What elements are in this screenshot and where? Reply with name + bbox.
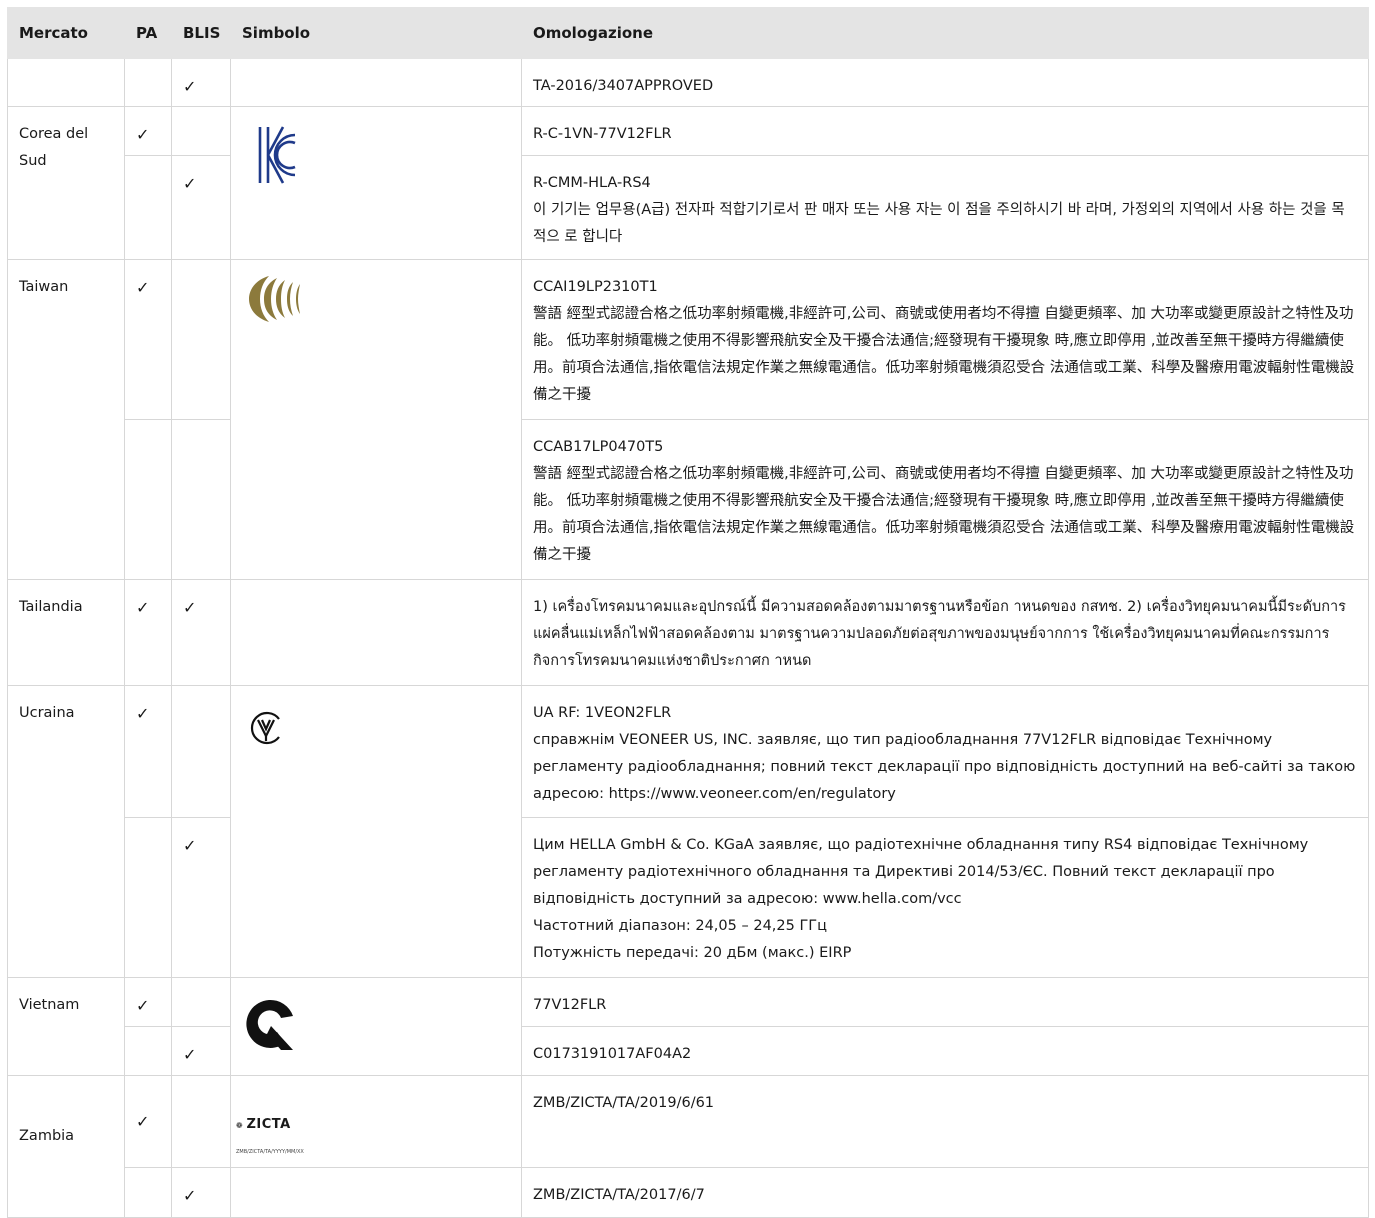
header-omologazione: Omologazione (521, 7, 1369, 59)
mercato-cell: Zambia (7, 1075, 125, 1218)
blis-check: ✓ (171, 817, 231, 978)
zicta-logo-subtext: ZMB/ZICTA/TA/YYYY/MM/XX (236, 1148, 304, 1155)
simbolo-cell (230, 259, 522, 580)
omologazione-cell: UA RF: 1VEON2FLR справжнім VEONEER US, I… (521, 685, 1369, 818)
approval-code: R-CMM-HLA-RS4 (533, 175, 651, 191)
approval-code: UA RF: 1VEON2FLR (533, 705, 672, 721)
table-row: Zambia ✓ ❁ ZICTA ZMB/ZICTA/TA/YYYY/MM/XX… (7, 1075, 1369, 1218)
blis-check: ✓ (171, 58, 231, 107)
approval-code: R-C-1VN-77V12FLR (533, 126, 672, 142)
blis-check: ✓ (171, 155, 231, 260)
omologazione-cell: C0173191017AF04A2 (521, 1026, 1369, 1076)
approvals-table: Mercato PA BLIS Simbolo Omologazione ✓ T… (7, 7, 1369, 1218)
omologazione-cell: CCAI19LP2310T1 警語 經型式認證合格之低功率射頻電機,非經許可,公… (521, 259, 1369, 420)
blis-check: ✓ (171, 579, 231, 686)
blis-cell (171, 1075, 231, 1168)
approval-code: C0173191017AF04A2 (533, 1046, 692, 1062)
blis-check: ✓ (171, 1026, 231, 1076)
approval-code: CCAB17LP0470T5 (533, 439, 664, 455)
omologazione-cell: Цим HELLA GmbH & Co. KGaA заявляє, що ра… (521, 817, 1369, 978)
pa-check: ✓ (124, 579, 172, 686)
approval-code: CCAI19LP2310T1 (533, 279, 658, 295)
table-row: ✓ R-CMM-HLA-RS4 이 기기는 업무용(A급) 전자파 적합기기로서… (8, 155, 1369, 260)
mercato-cell: Taiwan (7, 259, 125, 580)
omologazione-cell: TA-2016/3407APPROVED (521, 58, 1369, 107)
mercato-cell (7, 58, 125, 107)
approval-text: Цим HELLA GmbH & Co. KGaA заявляє, що ра… (533, 837, 1309, 907)
pa-cell (124, 1026, 172, 1076)
omologazione-cell: R-C-1VN-77V12FLR (521, 106, 1369, 156)
cr-mark-icon (246, 999, 293, 1050)
pa-check: ✓ (124, 977, 172, 1027)
blis-cell (171, 259, 231, 420)
omologazione-cell: ZMB/ZICTA/TA/2017/6/7 (521, 1167, 1369, 1218)
table-row: Taiwan ✓ CCAI19LP2310T1 警語 經型式認證合格之低功率射頻… (7, 259, 1369, 580)
ukrsepro-mark-icon (250, 711, 280, 745)
simbolo-cell (230, 106, 522, 260)
mercato-cell: Corea del Sud (7, 106, 125, 260)
blis-cell (171, 977, 231, 1027)
header-simbolo: Simbolo (230, 7, 522, 59)
approval-text: 1) เครื่องโทรคมนาคมและอุปกรณ์นี้ มีความส… (533, 599, 1346, 669)
pa-cell (124, 155, 172, 260)
table-row: ✓ C0173191017AF04A2 (8, 1026, 1369, 1076)
market-label: Zambia (19, 1128, 75, 1144)
pa-cell (124, 419, 172, 580)
header-mercato: Mercato (7, 7, 125, 59)
approvals-table-container: Mercato PA BLIS Simbolo Omologazione ✓ T… (7, 7, 1369, 1218)
approval-text: 警語 經型式認證合格之低功率射頻電機,非經許可,公司、商號或使用者均不得擅 自變… (533, 306, 1355, 403)
table-row: ✓ Цим HELLA GmbH & Co. KGaA заявляє, що … (8, 817, 1369, 978)
mercato-cell: Tailandia (7, 579, 125, 686)
pa-check: ✓ (124, 685, 172, 818)
mercato-cell: Vietnam (7, 977, 125, 1076)
approval-code: TA-2016/3407APPROVED (533, 78, 714, 94)
header-pa: PA (124, 7, 172, 59)
table-row: ✓ ZMB/ZICTA/TA/2017/6/7 (8, 1167, 1369, 1218)
zicta-logo-text: ZICTA (246, 1116, 291, 1132)
mercato-cell: Ucraina (7, 685, 125, 978)
pa-check: ✓ (124, 259, 172, 420)
blis-cell (171, 685, 231, 818)
kc-mark-icon (258, 126, 296, 184)
blis-cell (171, 106, 231, 156)
approval-code: ZMB/ZICTA/TA/2019/6/61 (533, 1095, 715, 1111)
approval-text: Частотний діапазон: 24,05 – 24,25 ГГц (533, 918, 828, 934)
omologazione-cell: CCAB17LP0470T5 警語 經型式認證合格之低功率射頻電機,非經許可,公… (521, 419, 1369, 580)
approval-code: 77V12FLR (533, 997, 607, 1013)
table-row: CCAB17LP0470T5 警語 經型式認證合格之低功率射頻電機,非經許可,公… (8, 419, 1369, 580)
table-row: Ucraina ✓ UA RF: 1VEON2FLR справжнім VEO… (7, 685, 1369, 978)
zicta-logo-icon: ❁ ZICTA ZMB/ZICTA/TA/YYYY/MM/XX (236, 1111, 304, 1166)
table-row: Corea del Sud ✓ R-C-1VN-77V12FLR (7, 106, 1369, 260)
approval-code: ZMB/ZICTA/TA/2017/6/7 (533, 1187, 705, 1203)
header-row: Mercato PA BLIS Simbolo Omologazione (7, 7, 1369, 59)
simbolo-cell (230, 58, 522, 107)
pa-check: ✓ (124, 106, 172, 156)
approval-text: 警語 經型式認證合格之低功率射頻電機,非經許可,公司、商號或使用者均不得擅 自變… (533, 466, 1355, 563)
omologazione-cell: 77V12FLR (521, 977, 1369, 1027)
omologazione-cell: ZMB/ZICTA/TA/2019/6/61 (521, 1075, 1369, 1168)
table-row: Vietnam ✓ 77V12FLR (7, 977, 1369, 1076)
approval-text: справжнім VEONEER US, INC. заявляє, що т… (533, 732, 1356, 802)
ncc-mark-icon (249, 276, 300, 322)
approval-text: 이 기기는 업무용(A급) 전자파 적합기기로서 판 매자 또는 사용 자는 이… (533, 202, 1345, 245)
omologazione-cell: 1) เครื่องโทรคมนาคมและอุปกรณ์นี้ มีความส… (521, 579, 1369, 686)
header-blis: BLIS (171, 7, 231, 59)
simbolo-cell (230, 685, 522, 978)
table-row: Tailandia ✓ ✓ 1) เครื่องโทรคมนาคมและอุปก… (7, 579, 1369, 686)
blis-check: ✓ (171, 1167, 231, 1218)
simbolo-cell (230, 1167, 522, 1218)
approval-text: Потужність передачі: 20 дБм (макс.) EIRP (533, 945, 852, 961)
blis-check (171, 419, 231, 580)
pa-cell (124, 1167, 172, 1218)
omologazione-cell: R-CMM-HLA-RS4 이 기기는 업무용(A급) 전자파 적합기기로서 판… (521, 155, 1369, 260)
pa-cell (124, 58, 172, 107)
simbolo-cell (230, 579, 522, 686)
pa-check: ✓ (124, 1075, 172, 1168)
simbolo-cell: ❁ ZICTA ZMB/ZICTA/TA/YYYY/MM/XX (230, 1075, 522, 1168)
pa-cell (124, 817, 172, 978)
table-row: ✓ TA-2016/3407APPROVED (7, 58, 1369, 107)
simbolo-cell (230, 977, 522, 1076)
